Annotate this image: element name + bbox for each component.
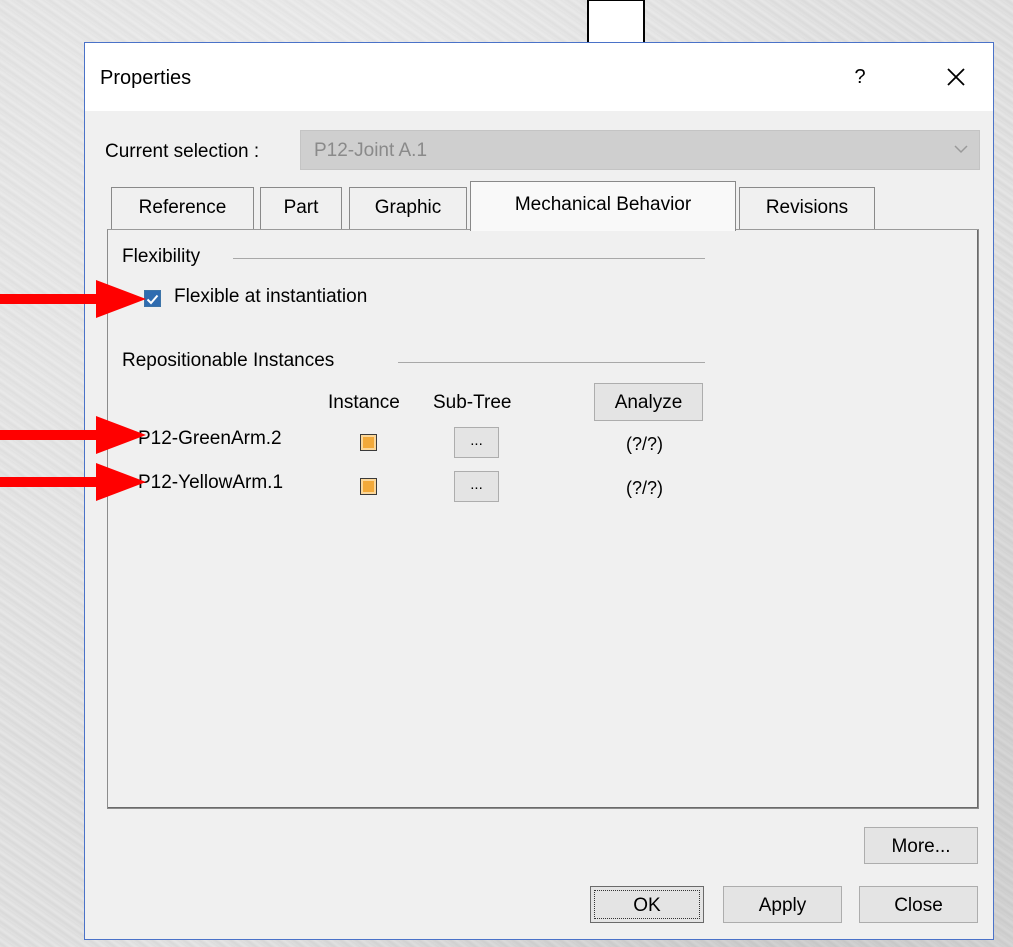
- red-arrow-annotation: [0, 416, 146, 454]
- current-selection-combo[interactable]: P12-Joint A.1: [300, 130, 980, 170]
- properties-dialog: Properties ? Current selection : P12-Joi…: [84, 42, 994, 940]
- ok-button[interactable]: OK: [590, 886, 704, 923]
- instance-column-header: Instance: [328, 392, 400, 413]
- current-selection-label: Current selection :: [105, 141, 260, 162]
- close-button[interactable]: Close: [859, 886, 978, 923]
- chevron-down-icon: [954, 145, 968, 154]
- close-icon[interactable]: [935, 59, 977, 95]
- apply-button[interactable]: Apply: [723, 886, 842, 923]
- tab-strip: Reference Part Graphic Mechanical Behavi…: [107, 181, 987, 231]
- title-bar: Properties ?: [85, 43, 993, 111]
- tab-reference[interactable]: Reference: [111, 187, 254, 229]
- flexible-checkbox-label[interactable]: Flexible at instantiation: [174, 286, 367, 308]
- red-arrow-annotation: [0, 280, 146, 318]
- status-text: (?/?): [626, 434, 664, 454]
- row-yellow-arm-label: P12-YellowArm.1: [138, 472, 284, 493]
- repositionable-divider: [398, 362, 705, 363]
- dialog-title: Properties: [100, 67, 192, 89]
- subtree-column-header: Sub-Tree: [433, 392, 512, 413]
- subtree-button[interactable]: ...: [454, 471, 499, 502]
- flexibility-divider: [233, 258, 705, 259]
- instance-icon[interactable]: [360, 434, 377, 451]
- flexibility-group-label: Flexibility: [122, 246, 201, 267]
- analyze-button[interactable]: Analyze: [594, 383, 703, 421]
- subtree-button[interactable]: ...: [454, 427, 499, 458]
- more-button[interactable]: More...: [864, 827, 978, 864]
- repositionable-group-label: Repositionable Instances: [122, 350, 335, 371]
- instance-icon[interactable]: [360, 478, 377, 495]
- current-selection-value: P12-Joint A.1: [314, 140, 428, 161]
- tab-mechanical-behavior[interactable]: Mechanical Behavior: [470, 181, 736, 231]
- status-text: (?/?): [626, 478, 664, 498]
- help-button[interactable]: ?: [840, 59, 880, 95]
- mechanical-behavior-panel: Flexibility Flexible at instantiation Re…: [107, 229, 979, 809]
- red-arrow-annotation: [0, 463, 146, 501]
- tab-revisions[interactable]: Revisions: [739, 187, 875, 229]
- row-green-arm-label: P12-GreenArm.2: [138, 428, 282, 449]
- tab-graphic[interactable]: Graphic: [349, 187, 467, 229]
- tab-part[interactable]: Part: [260, 187, 342, 229]
